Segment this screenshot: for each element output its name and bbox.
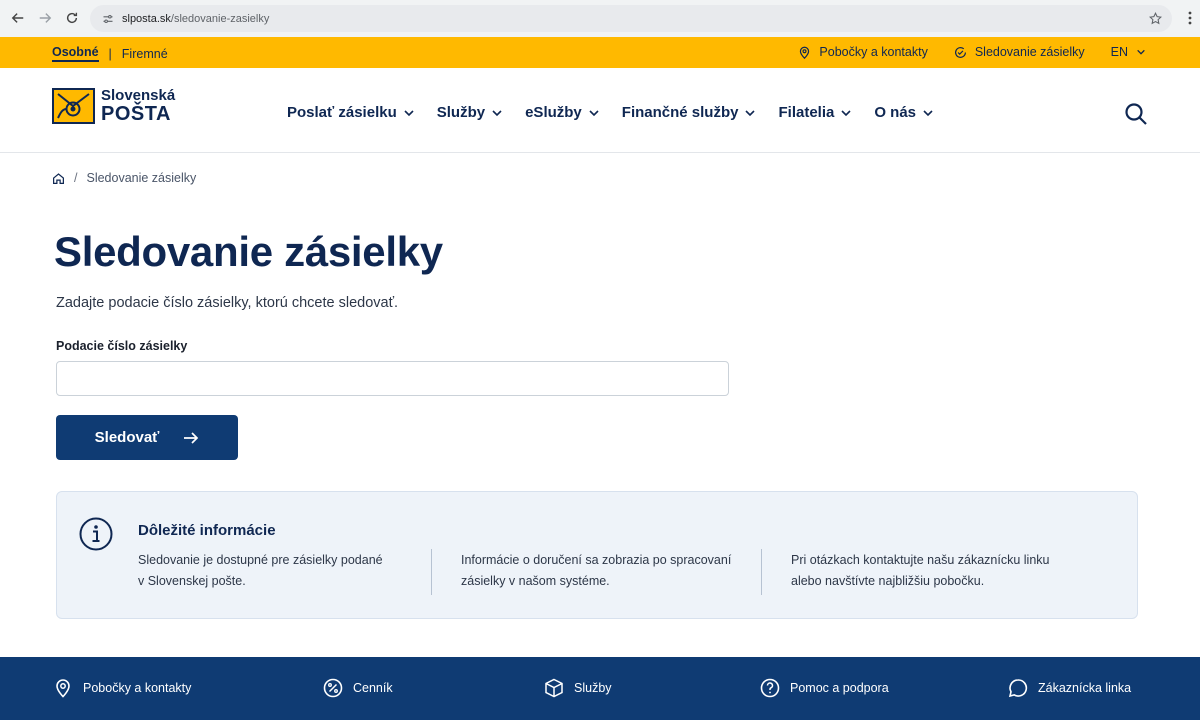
column-divider bbox=[431, 549, 432, 595]
url-host: slposta.sk bbox=[122, 12, 171, 25]
tracking-link[interactable]: Sledovanie zásielky bbox=[954, 45, 1085, 59]
info-column: Sledovanie je dostupné pre zásielky poda… bbox=[138, 550, 418, 592]
footer-link-label: Služby bbox=[574, 681, 612, 695]
info-title: Dôležité informácie bbox=[138, 522, 276, 539]
breadcrumb-separator: / bbox=[74, 171, 78, 185]
footer-link-services[interactable]: Služby bbox=[544, 678, 612, 698]
tracking-icon bbox=[954, 46, 966, 58]
nav-item-label: O nás bbox=[874, 104, 917, 121]
segment-separator: | bbox=[108, 46, 112, 61]
site-header: Slovenská POŠTA Poslať zásielku Služby e… bbox=[0, 68, 1200, 153]
column-divider bbox=[761, 549, 762, 595]
footer-link-pricing[interactable]: Cenník bbox=[323, 678, 393, 698]
search-icon bbox=[1125, 103, 1147, 125]
nav-item-about[interactable]: O nás bbox=[874, 104, 934, 121]
location-pin-icon bbox=[56, 679, 70, 698]
browser-menu-icon[interactable] bbox=[1188, 11, 1192, 25]
nav-item-label: Filatelia bbox=[778, 104, 835, 121]
tracking-link-label: Sledovanie zásielky bbox=[974, 45, 1085, 59]
track-button-label: Sledovať bbox=[94, 429, 160, 446]
reload-icon bbox=[66, 12, 78, 24]
main-navigation: Poslať zásielku Služby eSlužby Finančné … bbox=[287, 104, 956, 121]
chevron-down-icon bbox=[841, 109, 851, 116]
footer-link-help[interactable]: Pomoc a podpora bbox=[760, 678, 889, 698]
language-switcher[interactable]: EN bbox=[1111, 45, 1146, 59]
nav-item-services[interactable]: Služby bbox=[437, 104, 503, 121]
footer-link-label: Cenník bbox=[353, 681, 393, 695]
segment-business[interactable]: Firemné bbox=[122, 47, 168, 61]
track-button[interactable]: Sledovať bbox=[56, 415, 238, 460]
chat-bubble-icon bbox=[1008, 679, 1028, 698]
nav-item-eservices[interactable]: eSlužby bbox=[525, 104, 600, 121]
location-pin-icon bbox=[800, 46, 810, 59]
nav-item-philately[interactable]: Filatelia bbox=[778, 104, 852, 121]
footer-quick-links: Pobočky a kontakty Cenník Služby Pomoc a… bbox=[0, 657, 1200, 720]
language-label: EN bbox=[1110, 45, 1128, 59]
info-text-line: alebo navštívte najbližšiu pobočku. bbox=[791, 574, 985, 588]
address-bar[interactable]: slposta.sk/sledovanie-zasielky bbox=[90, 5, 1172, 32]
reload-button[interactable] bbox=[58, 4, 86, 32]
info-text-line: Pri otázkach kontaktujte našu zákaznícku… bbox=[791, 553, 1050, 567]
info-text-line: Informácie o doručení sa zobrazia po spr… bbox=[461, 553, 732, 567]
info-column: Pri otázkach kontaktujte našu zákaznícku… bbox=[791, 550, 1071, 592]
page-title: Sledovanie zásielky bbox=[54, 228, 443, 275]
utility-bar: Osobné | Firemné Pobočky a kontakty Sled… bbox=[0, 37, 1200, 68]
info-text-line: zásielky v našom systéme. bbox=[461, 574, 610, 588]
audience-switch: Osobné | Firemné bbox=[52, 45, 168, 62]
forward-button[interactable] bbox=[31, 4, 59, 32]
chevron-down-icon bbox=[745, 109, 756, 116]
chevron-down-icon bbox=[404, 109, 414, 116]
post-horn-logo-mark bbox=[52, 88, 95, 124]
page-intro: Zadajte podacie číslo zásielky, ktorú ch… bbox=[56, 295, 399, 311]
arrow-left-icon bbox=[11, 13, 24, 23]
logo-line-1: Slovenská bbox=[101, 87, 176, 104]
url-path: /sledovanie-zasielky bbox=[170, 12, 270, 25]
box-icon bbox=[545, 678, 563, 698]
nav-item-label: Finančné služby bbox=[621, 104, 739, 121]
logo-line-2: POŠTA bbox=[101, 103, 171, 125]
nav-item-label: Poslať zásielku bbox=[287, 104, 397, 121]
logo-wordmark: Slovenská POŠTA bbox=[101, 88, 175, 124]
percent-icon bbox=[323, 678, 343, 698]
info-text-line: v Slovenskej pošte. bbox=[138, 574, 246, 588]
footer-link-label: Pobočky a kontakty bbox=[83, 681, 192, 695]
search-button[interactable] bbox=[1124, 102, 1148, 126]
utility-links: Pobočky a kontakty Sledovanie zásielky E… bbox=[798, 45, 1146, 59]
branches-link-label: Pobočky a kontakty bbox=[819, 45, 928, 59]
arrow-right-icon bbox=[39, 13, 52, 23]
arrow-right-icon bbox=[184, 431, 199, 444]
breadcrumb: / Sledovanie zásielky bbox=[52, 171, 196, 185]
nav-item-financial-services[interactable]: Finančné služby bbox=[622, 104, 757, 121]
nav-item-label: Služby bbox=[436, 104, 486, 121]
chevron-down-icon bbox=[923, 109, 933, 116]
branches-link[interactable]: Pobočky a kontakty bbox=[798, 45, 928, 59]
site-settings-icon[interactable] bbox=[102, 13, 114, 25]
footer-link-hotline[interactable]: Zákaznícka linka bbox=[1008, 678, 1131, 698]
nav-item-send-parcel[interactable]: Poslať zásielku bbox=[287, 104, 415, 121]
site-logo[interactable]: Slovenská POŠTA bbox=[52, 88, 175, 124]
tracking-number-input[interactable] bbox=[56, 361, 729, 396]
bookmark-star-icon[interactable] bbox=[1149, 12, 1162, 25]
info-text-line: Sledovanie je dostupné pre zásielky poda… bbox=[138, 553, 383, 567]
nav-item-label: eSlužby bbox=[525, 104, 582, 121]
chevron-down-icon bbox=[492, 109, 502, 116]
footer-link-branches[interactable]: Pobočky a kontakty bbox=[53, 678, 191, 698]
info-column: Informácie o doručení sa zobrazia po spr… bbox=[461, 550, 741, 592]
footer-link-label: Zákaznícka linka bbox=[1038, 681, 1132, 695]
chevron-down-icon bbox=[1137, 49, 1145, 55]
post-horn-icon bbox=[57, 93, 90, 119]
browser-toolbar: slposta.sk/sledovanie-zasielky bbox=[0, 0, 1200, 37]
breadcrumb-current: Sledovanie zásielky bbox=[86, 171, 197, 185]
segment-personal[interactable]: Osobné bbox=[52, 45, 99, 62]
important-info-card: Dôležité informácie Sledovanie je dostup… bbox=[56, 491, 1138, 619]
footer-link-label: Pomoc a podpora bbox=[790, 681, 889, 695]
back-button[interactable] bbox=[4, 4, 32, 32]
tracking-number-label: Podacie číslo zásielky bbox=[56, 339, 188, 353]
help-circle-icon bbox=[760, 678, 780, 698]
chevron-down-icon bbox=[589, 109, 599, 116]
info-circle-icon bbox=[79, 517, 113, 551]
home-icon[interactable] bbox=[52, 172, 65, 185]
